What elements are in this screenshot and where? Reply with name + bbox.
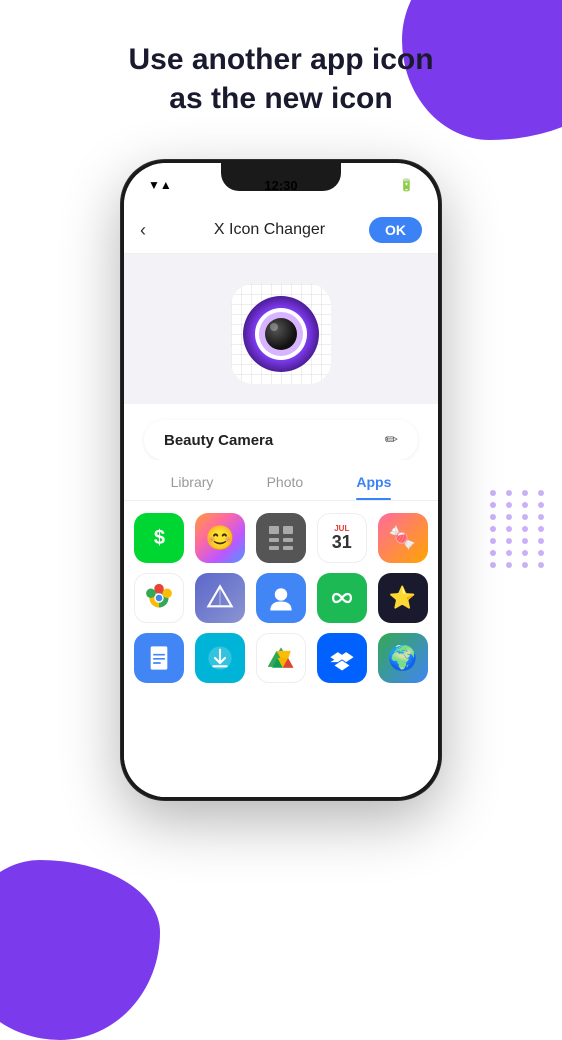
status-time: 12:30 [264, 178, 297, 193]
app-name-bar: Beauty Camera ✏ [144, 420, 418, 460]
app-icon-anagram [317, 573, 367, 623]
docs-svg [144, 643, 174, 673]
app-icon-calc [256, 513, 306, 563]
list-item[interactable] [316, 633, 367, 683]
list-item[interactable]: $ [134, 513, 185, 563]
list-item[interactable] [134, 573, 185, 623]
anagram-svg [326, 582, 358, 614]
beauty-camera-icon [241, 294, 321, 374]
phone-mockup: ▼▲ 12:30 🔋 ‹ X Icon Changer OK [121, 160, 441, 800]
icon-preview-box [231, 284, 331, 384]
list-item[interactable] [134, 633, 185, 683]
app-icon-dropbox [317, 633, 367, 683]
tabs-container: Library Photo Apps [124, 460, 438, 501]
icon-preview-area [124, 254, 438, 404]
app-icon-maps: 🌍 [378, 633, 428, 683]
right-side-dots [490, 490, 550, 610]
app-icon-star: ⭐ [378, 573, 428, 623]
edit-icon[interactable]: ✏ [385, 430, 398, 450]
app-icon-prism [195, 573, 245, 623]
nav-title: X Icon Changer [214, 221, 325, 239]
status-left: ▼▲ [148, 178, 172, 192]
wifi-icon: ▼▲ [148, 178, 172, 192]
app-icon-cashapp: $ [134, 513, 184, 563]
apps-grid: $ 😊 [124, 501, 438, 797]
contacts-svg [265, 582, 297, 614]
app-icon-chrome [134, 573, 184, 623]
list-item[interactable] [256, 573, 307, 623]
list-item[interactable] [316, 573, 367, 623]
phone-screen: ▼▲ 12:30 🔋 ‹ X Icon Changer OK [124, 163, 438, 797]
tab-apps[interactable]: Apps [356, 474, 391, 500]
app-icon-contacts [256, 573, 306, 623]
app-icon-bitmoji: 😊 [195, 513, 245, 563]
list-item[interactable]: 🌍 [377, 633, 428, 683]
dropbox-svg [327, 643, 357, 673]
chrome-svg [142, 581, 176, 615]
calc-svg [263, 520, 299, 556]
app-icon-drive [256, 633, 306, 683]
back-button[interactable]: ‹ [140, 220, 170, 241]
phone-frame: ▼▲ 12:30 🔋 ‹ X Icon Changer OK [121, 160, 441, 800]
list-item[interactable]: ⭐ [377, 573, 428, 623]
status-bar: ▼▲ 12:30 🔋 [124, 163, 438, 207]
app-icon-docs [134, 633, 184, 683]
list-item[interactable] [256, 513, 307, 563]
list-item[interactable]: JUL 31 [316, 513, 367, 563]
list-item[interactable]: 🍬 [377, 513, 428, 563]
drive-svg [265, 642, 297, 674]
page-title: Use another app icon as the new icon [40, 40, 522, 118]
page-header: Use another app icon as the new icon [0, 40, 562, 118]
nav-bar: ‹ X Icon Changer OK [124, 207, 438, 254]
app-icon-downloader [195, 633, 245, 683]
list-item[interactable] [256, 633, 307, 683]
battery-icon: 🔋 [399, 178, 414, 192]
app-icon-candy: 🍬 [378, 513, 428, 563]
downloader-svg [205, 643, 235, 673]
tab-library[interactable]: Library [171, 474, 214, 500]
ok-button[interactable]: OK [369, 217, 422, 243]
app-name-text: Beauty Camera [164, 432, 273, 449]
bg-blob-bottom-left [0, 860, 160, 1040]
prism-svg [205, 583, 235, 613]
app-content: ‹ X Icon Changer OK [124, 207, 438, 797]
tab-photo[interactable]: Photo [267, 474, 304, 500]
list-item[interactable] [195, 633, 246, 683]
list-item[interactable]: 😊 [195, 513, 246, 563]
list-item[interactable] [195, 573, 246, 623]
app-icon-calendar: JUL 31 [317, 513, 367, 563]
